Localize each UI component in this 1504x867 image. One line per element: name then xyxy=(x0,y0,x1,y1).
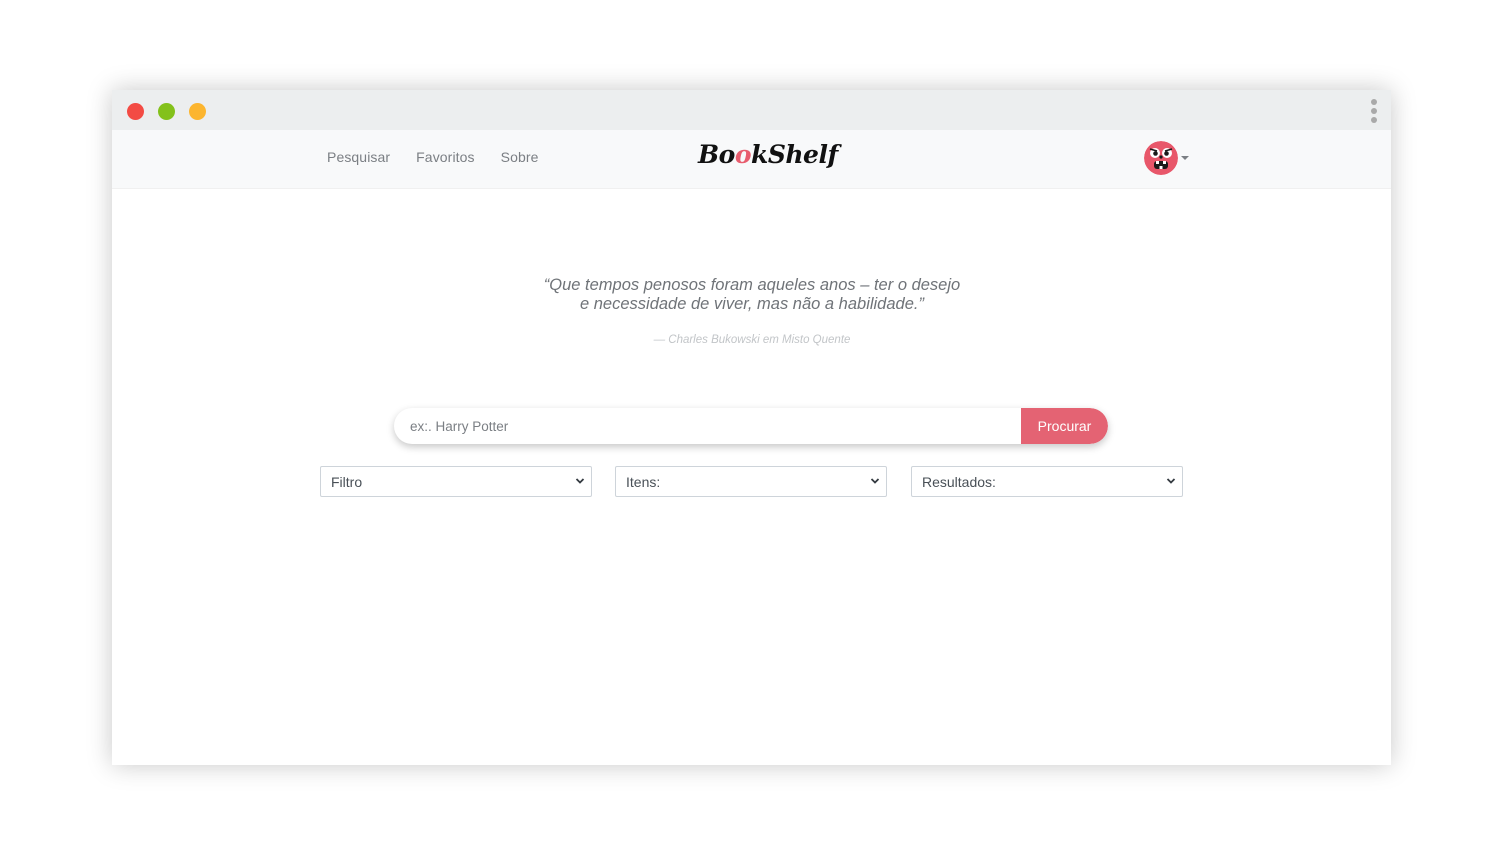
user-menu-toggle[interactable] xyxy=(1144,141,1189,175)
navbar: Pesquisar Favoritos Sobre BookShelf xyxy=(112,130,1391,189)
brand-logo[interactable]: BookShelf xyxy=(698,140,838,169)
minimize-window-button[interactable] xyxy=(158,103,175,120)
nav-link-sobre[interactable]: Sobre xyxy=(501,149,539,165)
nav-links: Pesquisar Favoritos Sobre xyxy=(327,149,565,165)
monster-avatar-icon xyxy=(1144,141,1178,175)
nav-link-pesquisar[interactable]: Pesquisar xyxy=(327,149,390,165)
brand-text-start: Bo xyxy=(698,140,735,169)
kebab-menu-icon[interactable] xyxy=(1371,99,1377,123)
zoom-window-button[interactable] xyxy=(189,103,206,120)
window-titlebar xyxy=(112,90,1391,130)
quote-author: — Charles Bukowski em Misto Quente xyxy=(653,334,851,346)
browser-window: Pesquisar Favoritos Sobre BookShelf “Que… xyxy=(112,90,1391,765)
results-select-wrapper: Resultados: xyxy=(911,466,1183,497)
search-button[interactable]: Procurar xyxy=(1021,408,1108,444)
close-window-button[interactable] xyxy=(127,103,144,120)
brand-text-pink-o: o xyxy=(734,140,752,169)
search-input[interactable] xyxy=(394,408,1021,444)
results-select[interactable]: Resultados: xyxy=(911,466,1183,497)
items-select-wrapper: Itens: xyxy=(615,466,887,497)
chevron-down-icon xyxy=(1181,156,1189,160)
search-bar: Procurar xyxy=(394,408,1108,444)
brand-text-end: kShelf xyxy=(751,140,838,169)
filter-select-wrapper: Filtro xyxy=(320,466,592,497)
quote-text: “Que tempos penosos foram aqueles anos –… xyxy=(543,276,961,313)
filter-select[interactable]: Filtro xyxy=(320,466,592,497)
items-select[interactable]: Itens: xyxy=(615,466,887,497)
nav-link-favoritos[interactable]: Favoritos xyxy=(416,149,474,165)
